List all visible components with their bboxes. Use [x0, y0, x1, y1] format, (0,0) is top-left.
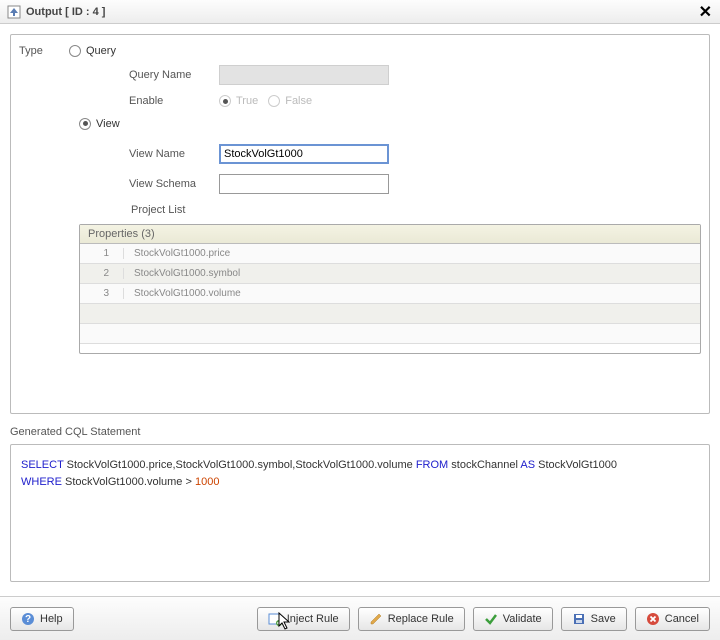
view-section: View View Name View Schema Project List …	[79, 117, 701, 354]
titlebar: Output [ ID : 4 ] ✕	[0, 0, 720, 24]
pencil-icon	[369, 612, 383, 626]
view-name-input[interactable]	[219, 144, 389, 164]
query-radio[interactable]: Query	[69, 45, 116, 57]
validate-label: Validate	[503, 613, 542, 625]
view-schema-input[interactable]	[219, 174, 389, 194]
table-row	[80, 304, 700, 324]
table-row[interactable]: 3 StockVolGt1000.volume	[80, 284, 700, 304]
view-schema-label: View Schema	[129, 178, 219, 190]
svg-text:?: ?	[25, 614, 31, 625]
inject-label: Inject Rule	[287, 613, 339, 625]
help-label: Help	[40, 613, 63, 625]
false-label: False	[285, 95, 312, 107]
cql-op: >	[185, 476, 191, 488]
dialog-title: Output [ ID : 4 ]	[26, 6, 105, 18]
row-index: 1	[80, 248, 124, 259]
row-value: StockVolGt1000.symbol	[124, 268, 240, 279]
replace-label: Replace Rule	[388, 613, 454, 625]
up-arrow-icon	[6, 4, 22, 20]
validate-button[interactable]: Validate	[473, 607, 553, 631]
table-row	[80, 324, 700, 344]
cql-cols: StockVolGt1000.price,StockVolGt1000.symb…	[67, 459, 413, 471]
row-index: 3	[80, 288, 124, 299]
cql-source: stockChannel	[451, 459, 518, 471]
cql-cond-col: StockVolGt1000.volume	[65, 476, 182, 488]
view-radio[interactable]: View	[79, 118, 120, 130]
query-section: Query Name Enable True False	[129, 65, 701, 107]
replace-rule-button[interactable]: Replace Rule	[358, 607, 465, 631]
kw-from: FROM	[416, 459, 448, 471]
radio-icon	[69, 45, 81, 57]
save-button[interactable]: Save	[561, 607, 627, 631]
save-icon	[572, 612, 586, 626]
generated-cql-text: SELECT StockVolGt1000.price,StockVolGt10…	[10, 444, 710, 582]
inject-rule-button[interactable]: Inject Rule	[257, 607, 350, 631]
cancel-label: Cancel	[665, 613, 699, 625]
properties-table: Properties (3) 1 StockVolGt1000.price 2 …	[79, 224, 701, 354]
row-index: 2	[80, 268, 124, 279]
query-name-input	[219, 65, 389, 85]
kw-select: SELECT	[21, 459, 64, 471]
enable-label: Enable	[129, 95, 219, 107]
type-query-row: Type Query	[19, 45, 701, 57]
kw-as: AS	[520, 459, 535, 471]
enable-true-radio: True	[219, 95, 258, 107]
view-details: View Name View Schema Project List	[129, 144, 701, 216]
table-row[interactable]: 2 StockVolGt1000.symbol	[80, 264, 700, 284]
cql-val: 1000	[195, 476, 219, 488]
radio-icon	[268, 95, 280, 107]
query-name-label: Query Name	[129, 69, 219, 81]
view-name-label: View Name	[129, 148, 219, 160]
table-row[interactable]: 1 StockVolGt1000.price	[80, 244, 700, 264]
query-radio-label: Query	[86, 45, 116, 57]
type-panel: Type Query Query Name Enable True False	[10, 34, 710, 414]
close-icon[interactable]: ✕	[699, 2, 712, 22]
help-button[interactable]: ? Help	[10, 607, 74, 631]
generated-cql-label: Generated CQL Statement	[10, 426, 710, 438]
inject-icon	[268, 612, 282, 626]
row-value: StockVolGt1000.volume	[124, 288, 241, 299]
radio-icon	[79, 118, 91, 130]
footer: ? Help Inject Rule Replace Rule Validate…	[0, 596, 720, 640]
generated-cql-panel: Generated CQL Statement SELECT StockVolG…	[10, 426, 710, 582]
cancel-icon	[646, 612, 660, 626]
save-label: Save	[591, 613, 616, 625]
cancel-button[interactable]: Cancel	[635, 607, 710, 631]
cql-alias: StockVolGt1000	[538, 459, 617, 471]
radio-icon	[219, 95, 231, 107]
kw-where: WHERE	[21, 476, 62, 488]
table-header: Properties (3)	[80, 225, 700, 244]
help-icon: ?	[21, 612, 35, 626]
check-icon	[484, 612, 498, 626]
true-label: True	[236, 95, 258, 107]
type-label: Type	[19, 45, 69, 57]
table-body: 1 StockVolGt1000.price 2 StockVolGt1000.…	[80, 244, 700, 344]
project-list-label: Project List	[131, 204, 701, 216]
view-radio-label: View	[96, 118, 120, 130]
enable-false-radio: False	[268, 95, 312, 107]
content-area: Type Query Query Name Enable True False	[0, 24, 720, 596]
row-value: StockVolGt1000.price	[124, 248, 230, 259]
